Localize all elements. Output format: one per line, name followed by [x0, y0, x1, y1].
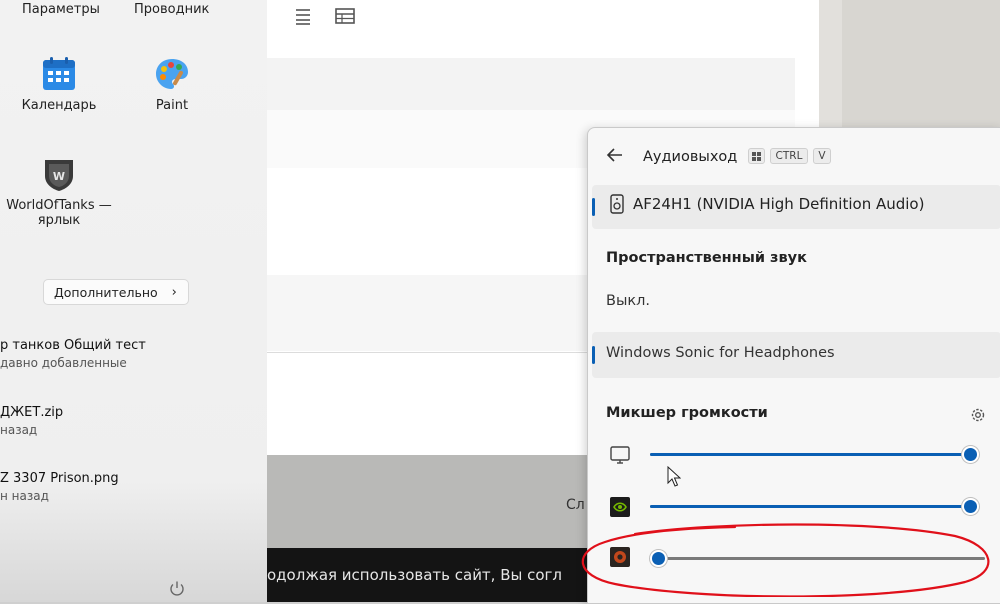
slider-thumb[interactable]	[962, 446, 979, 463]
more-button[interactable]: Дополнительно ›	[43, 279, 189, 305]
recommended-item[interactable]: Z 3307 Prison.png н назад	[0, 471, 119, 503]
speaker-icon	[610, 194, 624, 218]
spatial-option-off[interactable]: Выкл.	[592, 278, 1000, 324]
spatial-option-off-label: Выкл.	[606, 293, 651, 309]
app-label-line1: WorldOfTanks —	[6, 198, 112, 213]
content-band	[267, 58, 795, 110]
app-label: Paint	[155, 98, 189, 113]
mouse-cursor-icon	[667, 465, 682, 492]
mixer-settings-gear-icon[interactable]	[970, 407, 986, 427]
selection-indicator	[592, 346, 595, 364]
paint-palette-icon	[154, 56, 190, 92]
more-button-label: Дополнительно	[54, 284, 158, 300]
table-icon[interactable]	[335, 8, 355, 28]
recommended-subtitle: назад	[0, 423, 38, 437]
recommended-title: р танков Общий тест	[0, 338, 146, 353]
pinned-app-world-of-tanks[interactable]: W WorldOfTanks — ярлык	[4, 156, 114, 228]
recommended-subtitle: давно добавленные	[0, 356, 127, 370]
shortcut-key: V	[813, 148, 831, 164]
partial-text: Сл	[566, 497, 585, 513]
recommended-item[interactable]: ДЖЕТ.zip назад	[0, 405, 63, 437]
slider-thumb[interactable]	[962, 498, 979, 515]
volume-slider-system[interactable]	[650, 446, 979, 463]
spatial-option-windows-sonic-label: Windows Sonic for Headphones	[606, 345, 835, 361]
pinned-app-explorer[interactable]: Проводник	[134, 2, 209, 17]
list-icon[interactable]	[295, 7, 311, 29]
back-arrow-icon[interactable]	[606, 147, 624, 168]
recommended-title: Z 3307 Prison.png	[0, 471, 119, 486]
flyout-title: Аудиовыход	[643, 149, 738, 165]
power-icon[interactable]	[168, 580, 190, 602]
start-menu: Параметры Проводник Календарь Paint W Wo…	[0, 0, 267, 602]
pinned-app-settings[interactable]: Параметры	[22, 2, 100, 17]
audio-device-name: AF24H1 (NVIDIA High Definition Audio)	[633, 195, 925, 213]
world-of-tanks-icon: W	[41, 156, 77, 192]
windows-key-icon	[748, 148, 765, 164]
chevron-right-icon: ›	[171, 284, 177, 300]
selection-indicator	[592, 198, 595, 216]
nvidia-app-icon	[609, 496, 631, 518]
pinned-app-calendar[interactable]: Календарь	[4, 56, 114, 113]
monitor-icon	[609, 444, 631, 466]
calendar-icon	[41, 56, 77, 92]
spatial-sound-heading: Пространственный звук	[606, 250, 807, 266]
shortcut-key: CTRL	[770, 148, 808, 164]
pinned-app-paint[interactable]: Paint	[117, 56, 227, 113]
app-label: Календарь	[21, 98, 97, 113]
red-annotation-circle	[581, 523, 990, 597]
svg-text:W: W	[53, 170, 65, 183]
background-panel	[842, 0, 1000, 130]
recommended-subtitle: н назад	[0, 489, 49, 503]
app-label-line2: ярлык	[37, 213, 81, 228]
cookie-text: одолжая использовать сайт, Вы согл	[267, 566, 563, 584]
slider-fill	[650, 505, 968, 508]
volume-slider-nvidia[interactable]	[650, 498, 979, 515]
recommended-title: ДЖЕТ.zip	[0, 405, 64, 420]
spatial-option-windows-sonic[interactable]: Windows Sonic for Headphones	[592, 332, 1000, 378]
cookie-banner: одолжая использовать сайт, Вы согл	[267, 548, 587, 602]
slider-fill	[650, 453, 968, 456]
recommended-item[interactable]: р танков Общий тест давно добавленные	[0, 338, 146, 370]
volume-mixer-heading: Микшер громкости	[606, 405, 768, 421]
